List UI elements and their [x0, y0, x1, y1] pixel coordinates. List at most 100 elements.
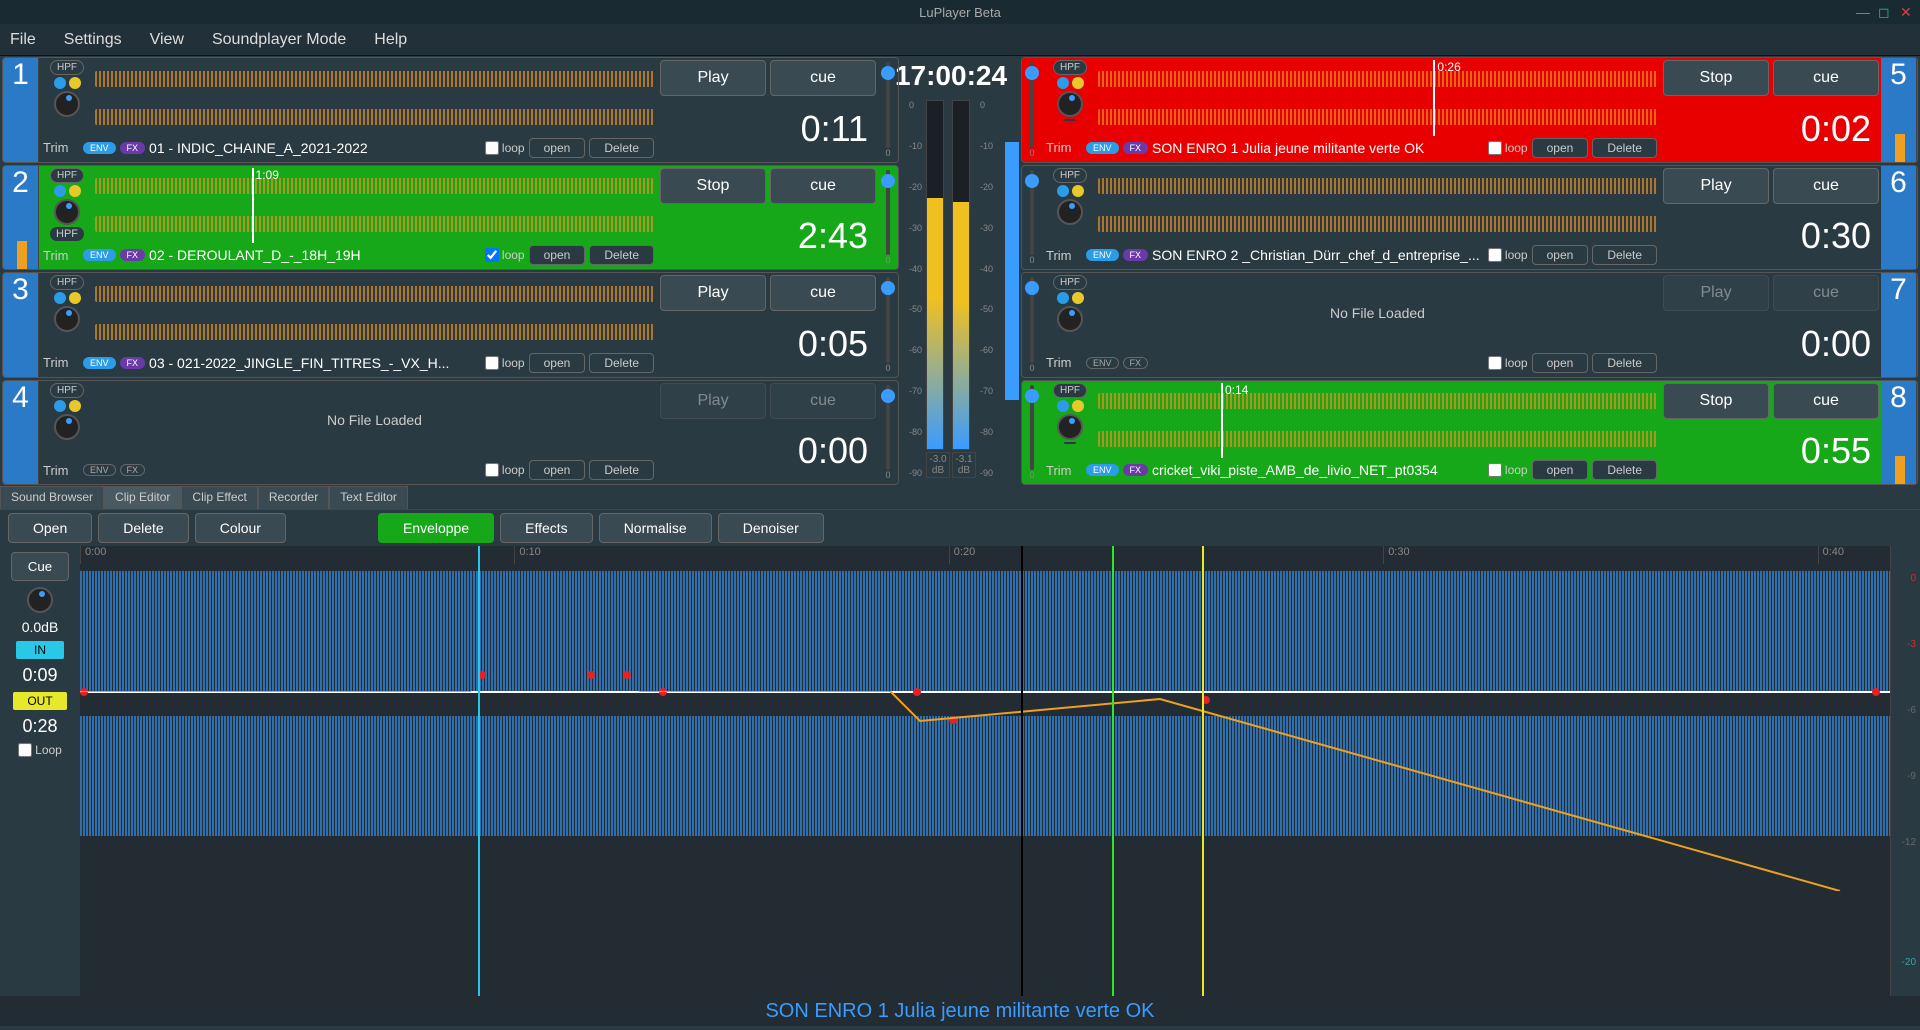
env-pill[interactable]: ENV — [83, 142, 116, 154]
player-waveform[interactable]: No File Loaded — [95, 383, 654, 459]
player-waveform[interactable] — [95, 275, 654, 351]
editor-colour-button[interactable]: Colour — [195, 513, 286, 543]
trim-knob[interactable] — [1057, 199, 1083, 225]
cue-button[interactable]: cue — [770, 275, 876, 311]
player-fader[interactable]: 0 — [878, 273, 898, 377]
editor-delete-button[interactable]: Delete — [98, 513, 188, 543]
editor-effects-button[interactable]: Effects — [500, 513, 593, 543]
player-fader[interactable]: 0 — [878, 58, 898, 162]
fx-pill[interactable]: FX — [1123, 249, 1149, 261]
loop-checkbox[interactable]: loop — [485, 141, 525, 155]
slot-number[interactable]: 8 — [1881, 381, 1917, 485]
out-marker-line[interactable] — [1202, 546, 1204, 996]
play-stop-button[interactable]: Play — [660, 60, 766, 96]
slot-number[interactable]: 5 — [1881, 58, 1917, 162]
player-fader[interactable]: 0 — [1022, 58, 1042, 162]
cue-marker[interactable] — [1112, 546, 1114, 996]
cue-button[interactable]: cue — [1773, 383, 1879, 419]
trim-knob[interactable] — [1057, 91, 1083, 117]
editor-denoiser-button[interactable]: Denoiser — [718, 513, 824, 543]
player-fader[interactable]: 0 — [878, 166, 898, 270]
fx-pill[interactable]: FX — [120, 249, 146, 261]
hpf-button[interactable]: HPF — [50, 275, 84, 290]
in-marker-line[interactable] — [478, 546, 480, 996]
env-pill[interactable]: ENV — [1086, 357, 1119, 369]
open-button[interactable]: open — [529, 138, 586, 158]
fx-pill[interactable]: FX — [1123, 357, 1149, 369]
tab-clip-editor[interactable]: Clip Editor — [104, 486, 181, 509]
fx-pill[interactable]: FX — [1123, 464, 1149, 476]
env-pill[interactable]: ENV — [1086, 464, 1119, 476]
minimize-icon[interactable]: — — [1856, 5, 1870, 19]
loop-checkbox[interactable]: loop — [485, 463, 525, 477]
loop-checkbox[interactable]: loop — [1488, 463, 1528, 477]
editor-knob[interactable] — [27, 587, 53, 613]
fx-pill[interactable]: FX — [1123, 142, 1149, 154]
open-button[interactable]: open — [529, 460, 586, 480]
menu-settings[interactable]: Settings — [64, 31, 122, 49]
loop-checkbox[interactable]: loop — [1488, 248, 1528, 262]
trim-knob[interactable] — [54, 306, 80, 332]
delete-button[interactable]: Delete — [1592, 353, 1657, 373]
envelope-line[interactable] — [80, 691, 1890, 693]
editor-cue-button[interactable]: Cue — [11, 552, 69, 581]
env-pill[interactable]: ENV — [83, 249, 116, 261]
hpf-button[interactable]: HPF — [1053, 275, 1087, 290]
editor-loop-checkbox[interactable]: Loop — [18, 743, 62, 757]
env-pill[interactable]: ENV — [1086, 142, 1119, 154]
tab-text-editor[interactable]: Text Editor — [329, 486, 408, 509]
hpf-button[interactable]: HPF — [50, 383, 84, 398]
cue-button[interactable]: cue — [770, 60, 876, 96]
open-button[interactable]: open — [1532, 460, 1589, 480]
trim-knob[interactable] — [1057, 306, 1083, 332]
hpf-button[interactable]: HPF — [1053, 60, 1087, 75]
hpf-button[interactable]: HPF — [50, 168, 84, 183]
slot-number[interactable]: 4 — [3, 381, 39, 485]
editor-waveform[interactable]: 0:000:100:200:300:40 — [80, 546, 1890, 996]
trim-knob[interactable] — [54, 414, 80, 440]
cue-button[interactable]: cue — [770, 383, 876, 419]
player-waveform[interactable] — [1098, 168, 1657, 244]
player-waveform[interactable]: No File Loaded — [1098, 275, 1657, 351]
env-pill[interactable]: ENV — [83, 357, 116, 369]
loop-checkbox[interactable]: loop — [485, 356, 525, 370]
delete-button[interactable]: Delete — [589, 353, 654, 373]
delete-button[interactable]: Delete — [1592, 245, 1657, 265]
trim-knob[interactable] — [54, 91, 80, 117]
fx-pill[interactable]: FX — [120, 142, 146, 154]
loop-checkbox[interactable]: loop — [1488, 356, 1528, 370]
play-stop-button[interactable]: Play — [660, 275, 766, 311]
fx-pill[interactable]: FX — [120, 357, 146, 369]
cue-button[interactable]: cue — [770, 168, 876, 204]
player-fader[interactable]: 0 — [878, 381, 898, 485]
slot-number[interactable]: 7 — [1881, 273, 1917, 377]
player-waveform[interactable]: 0:26 — [1098, 60, 1657, 136]
hpf-button[interactable]: HPF — [50, 60, 84, 75]
play-stop-button[interactable]: Play — [1663, 168, 1769, 204]
maximize-icon[interactable]: ◻ — [1878, 5, 1892, 19]
delete-button[interactable]: Delete — [589, 138, 654, 158]
player-fader[interactable]: 0 — [1022, 381, 1042, 485]
open-button[interactable]: open — [1532, 353, 1589, 373]
player-fader[interactable]: 0 — [1022, 166, 1042, 270]
play-stop-button[interactable]: Play — [660, 383, 766, 419]
menu-soundplayer-mode[interactable]: Soundplayer Mode — [212, 31, 346, 49]
tab-recorder[interactable]: Recorder — [258, 486, 329, 509]
hpf-button[interactable]: HPF — [1053, 168, 1087, 183]
env-pill[interactable]: ENV — [83, 464, 116, 476]
slot-number[interactable]: 1 — [3, 58, 39, 162]
player-waveform[interactable]: 1:09 — [95, 168, 654, 244]
delete-button[interactable]: Delete — [1592, 460, 1657, 480]
open-button[interactable]: open — [529, 245, 586, 265]
cue-button[interactable]: cue — [1773, 60, 1879, 96]
editor-out-marker[interactable]: OUT — [13, 692, 66, 710]
fx-pill[interactable]: FX — [120, 464, 146, 476]
trim-knob[interactable] — [54, 199, 80, 225]
editor-normalise-button[interactable]: Normalise — [599, 513, 712, 543]
play-stop-button[interactable]: Play — [1663, 275, 1769, 311]
menu-file[interactable]: File — [10, 31, 36, 49]
cue-button[interactable]: cue — [1773, 168, 1879, 204]
trim-knob[interactable] — [1057, 414, 1083, 440]
player-fader[interactable]: 0 — [1022, 273, 1042, 377]
slot-number[interactable]: 2 — [3, 166, 39, 270]
